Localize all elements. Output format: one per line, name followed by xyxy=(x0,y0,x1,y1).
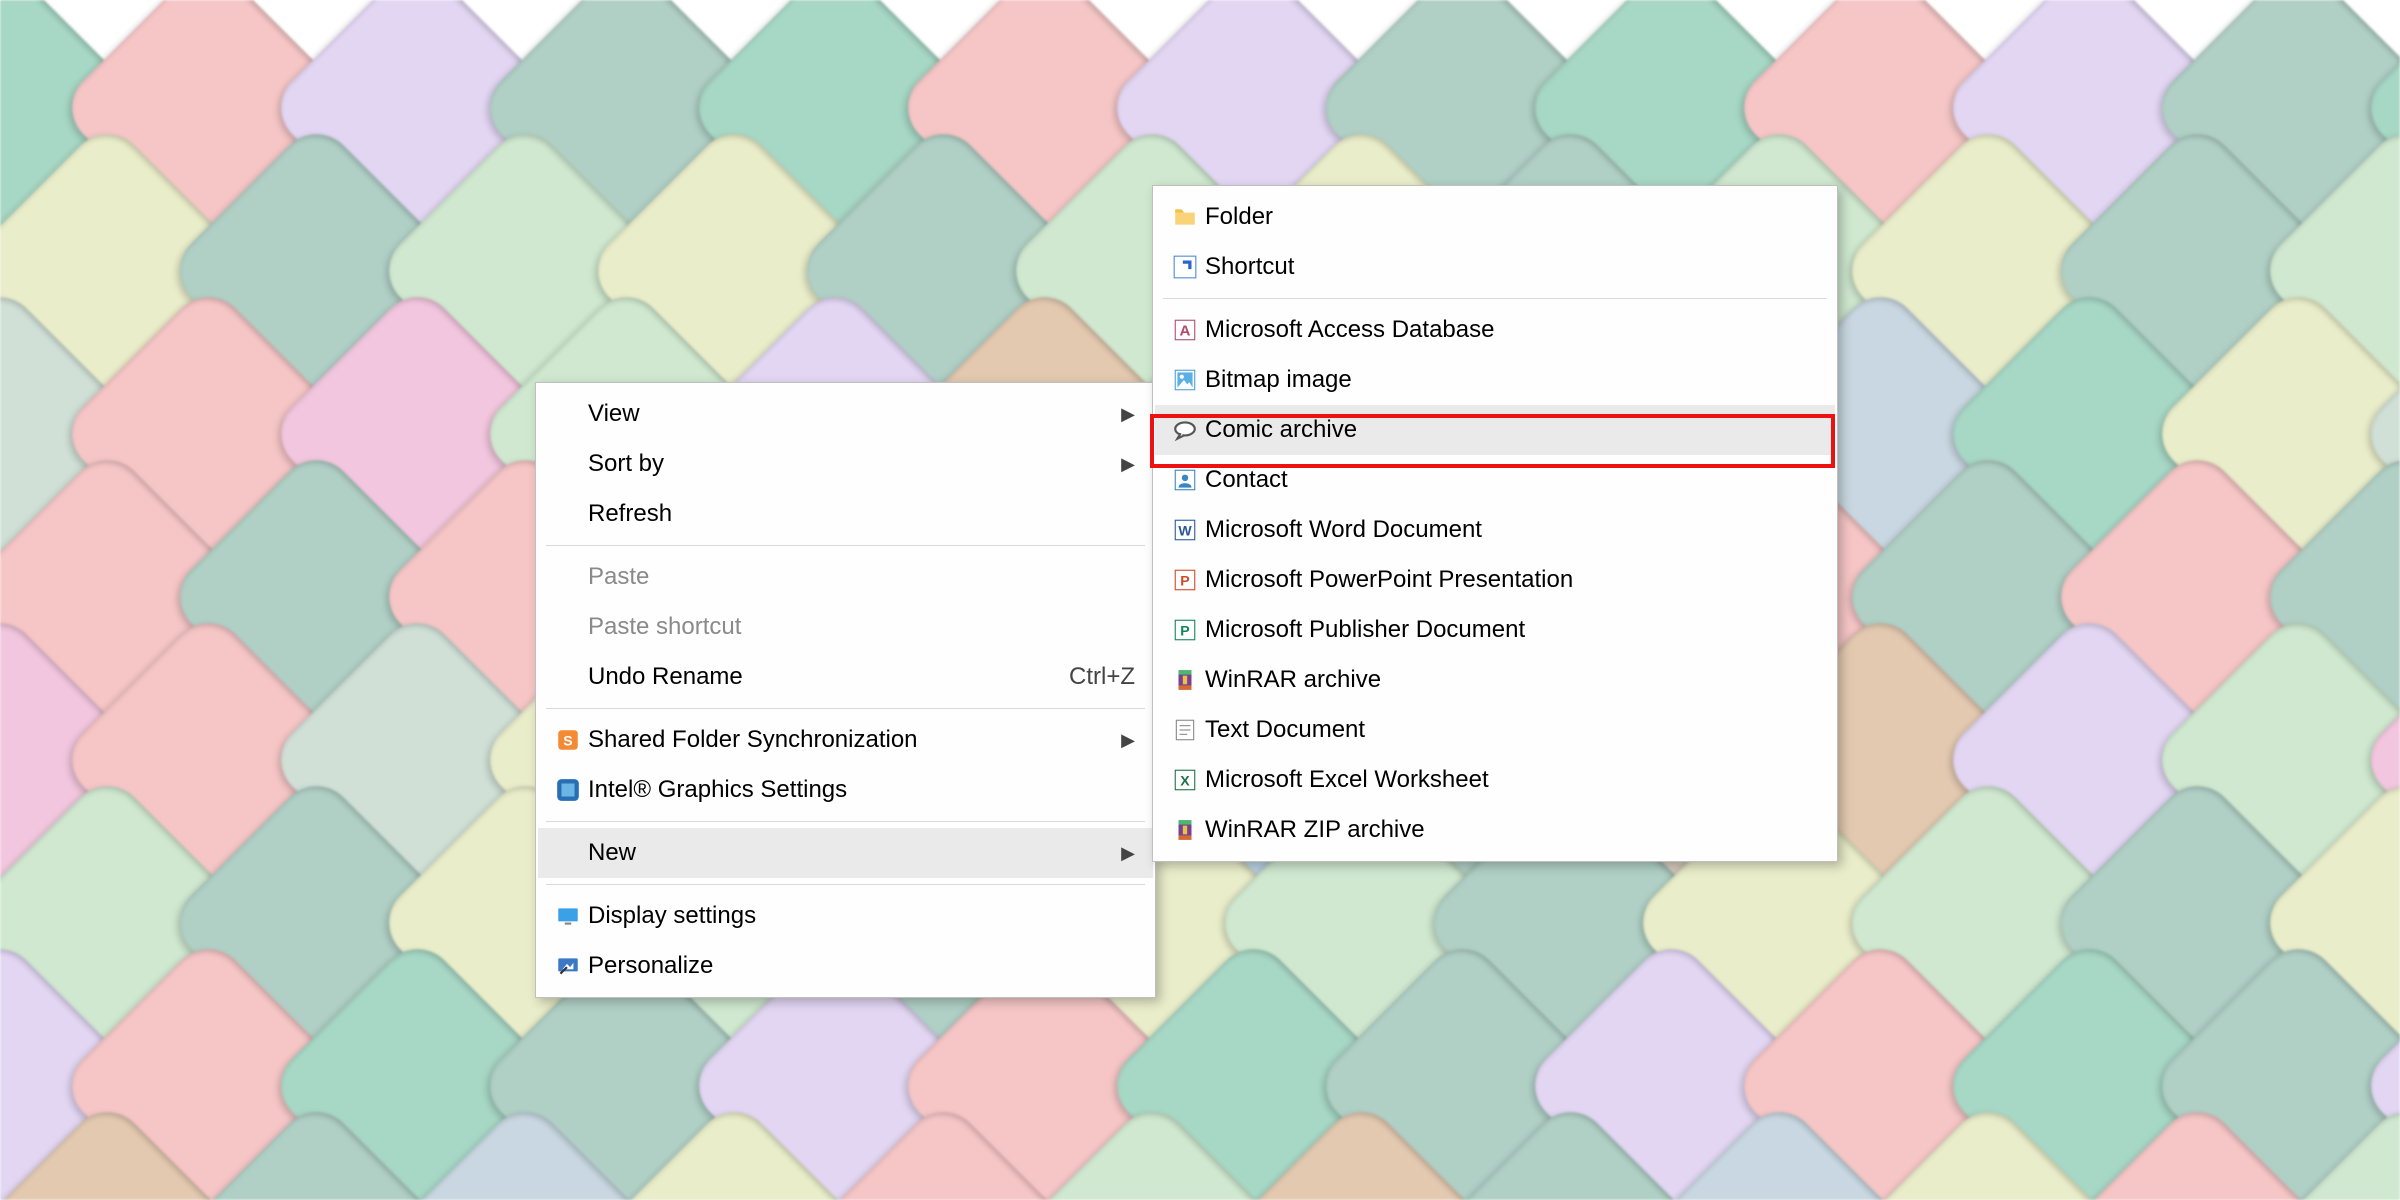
menu-item-label: Text Document xyxy=(1205,716,1817,744)
menu-item-label: Sort by xyxy=(588,450,1091,478)
desktop-context-menu[interactable]: View ▶ Sort by ▶ Refresh Paste Paste shortcut U… xyxy=(535,382,1156,998)
pub-icon: P xyxy=(1165,617,1205,643)
menu-item-label: WinRAR ZIP archive xyxy=(1205,816,1817,844)
new-submenu[interactable]: Folder Shortcut A Microsoft Access Database… xyxy=(1152,185,1838,862)
svg-text:X: X xyxy=(1180,772,1190,788)
svg-text:P: P xyxy=(1180,622,1189,638)
menu-item-label: WinRAR archive xyxy=(1205,666,1817,694)
secondary_menu-item-shortcut[interactable]: Shortcut xyxy=(1155,242,1835,292)
access-icon: A xyxy=(1165,317,1205,343)
secondary_menu-item-folder[interactable]: Folder xyxy=(1155,192,1835,242)
menu-item-label: Personalize xyxy=(588,952,1135,980)
svg-text:W: W xyxy=(1178,522,1192,538)
menu-item-label: Microsoft Excel Worksheet xyxy=(1205,766,1817,794)
menu-separator xyxy=(546,821,1145,822)
menu-item-label: Intel® Graphics Settings xyxy=(588,776,1135,804)
menu-item-label: Contact xyxy=(1205,466,1817,494)
menu-separator xyxy=(546,545,1145,546)
zip-icon xyxy=(1165,817,1205,843)
ppt-icon: P xyxy=(1165,567,1205,593)
primary_menu-item-paste-shortcut: Paste shortcut xyxy=(538,602,1153,652)
comic-icon xyxy=(1165,417,1205,443)
menu-item-label: Comic archive xyxy=(1205,416,1817,444)
word-icon: W xyxy=(1165,517,1205,543)
menu-item-shortcut: Ctrl+Z xyxy=(1069,663,1135,691)
menu-separator xyxy=(546,884,1145,885)
menu-item-label: Shortcut xyxy=(1205,253,1817,281)
menu-item-label: Microsoft Word Document xyxy=(1205,516,1817,544)
shortcut-icon xyxy=(1165,254,1205,280)
sync-icon: S xyxy=(548,727,588,753)
secondary_menu-item-comic-archive[interactable]: Comic archive xyxy=(1155,405,1835,455)
svg-text:S: S xyxy=(563,732,572,748)
menu-item-label: Refresh xyxy=(588,500,1135,528)
menu-item-label: Microsoft Access Database xyxy=(1205,316,1817,344)
secondary_menu-item-contact[interactable]: Contact xyxy=(1155,455,1835,505)
primary_menu-item-paste: Paste xyxy=(538,552,1153,602)
primary_menu-item-sort-by[interactable]: Sort by ▶ xyxy=(538,439,1153,489)
menu-item-label: Bitmap image xyxy=(1205,366,1817,394)
personalize-icon xyxy=(548,953,588,979)
menu-item-label: View xyxy=(588,400,1091,428)
secondary_menu-item-microsoft-word-document[interactable]: W Microsoft Word Document xyxy=(1155,505,1835,555)
primary_menu-item-undo-rename[interactable]: Undo Rename Ctrl+Z xyxy=(538,652,1153,702)
submenu-arrow-icon: ▶ xyxy=(1121,843,1135,864)
primary_menu-item-display-settings[interactable]: Display settings xyxy=(538,891,1153,941)
secondary_menu-item-bitmap-image[interactable]: Bitmap image xyxy=(1155,355,1835,405)
svg-text:P: P xyxy=(1180,572,1189,588)
submenu-arrow-icon: ▶ xyxy=(1121,404,1135,425)
secondary_menu-item-microsoft-powerpoint-presentation[interactable]: P Microsoft PowerPoint Presentation xyxy=(1155,555,1835,605)
excel-icon: X xyxy=(1165,767,1205,793)
primary_menu-item-view[interactable]: View ▶ xyxy=(538,389,1153,439)
submenu-arrow-icon: ▶ xyxy=(1121,454,1135,475)
menu-item-label: Paste shortcut xyxy=(588,613,1135,641)
primary_menu-item-new[interactable]: New ▶ xyxy=(538,828,1153,878)
secondary_menu-item-microsoft-excel-worksheet[interactable]: X Microsoft Excel Worksheet xyxy=(1155,755,1835,805)
submenu-arrow-icon: ▶ xyxy=(1121,730,1135,751)
secondary_menu-item-microsoft-publisher-document[interactable]: P Microsoft Publisher Document xyxy=(1155,605,1835,655)
contact-icon xyxy=(1165,467,1205,493)
folder-icon xyxy=(1165,204,1205,230)
menu-separator xyxy=(1163,298,1827,299)
menu-separator xyxy=(546,708,1145,709)
svg-text:A: A xyxy=(1180,322,1191,339)
secondary_menu-item-winrar-archive[interactable]: WinRAR archive xyxy=(1155,655,1835,705)
menu-item-label: Paste xyxy=(588,563,1135,591)
menu-item-label: Microsoft PowerPoint Presentation xyxy=(1205,566,1817,594)
secondary_menu-item-text-document[interactable]: Text Document xyxy=(1155,705,1835,755)
menu-item-label: Shared Folder Synchronization xyxy=(588,726,1091,754)
display-icon xyxy=(548,903,588,929)
rar-icon xyxy=(1165,667,1205,693)
secondary_menu-item-microsoft-access-database[interactable]: A Microsoft Access Database xyxy=(1155,305,1835,355)
primary_menu-item-refresh[interactable]: Refresh xyxy=(538,489,1153,539)
menu-item-label: Display settings xyxy=(588,902,1135,930)
intel-icon xyxy=(548,777,588,803)
menu-item-label: Folder xyxy=(1205,203,1817,231)
menu-item-label: Undo Rename xyxy=(588,663,1029,691)
menu-item-label: Microsoft Publisher Document xyxy=(1205,616,1817,644)
primary_menu-item-intel-graphics-settings[interactable]: Intel® Graphics Settings xyxy=(538,765,1153,815)
bmp-icon xyxy=(1165,367,1205,393)
txt-icon xyxy=(1165,717,1205,743)
primary_menu-item-shared-folder-synchronization[interactable]: S Shared Folder Synchronization ▶ xyxy=(538,715,1153,765)
secondary_menu-item-winrar-zip-archive[interactable]: WinRAR ZIP archive xyxy=(1155,805,1835,855)
menu-item-label: New xyxy=(588,839,1091,867)
primary_menu-item-personalize[interactable]: Personalize xyxy=(538,941,1153,991)
